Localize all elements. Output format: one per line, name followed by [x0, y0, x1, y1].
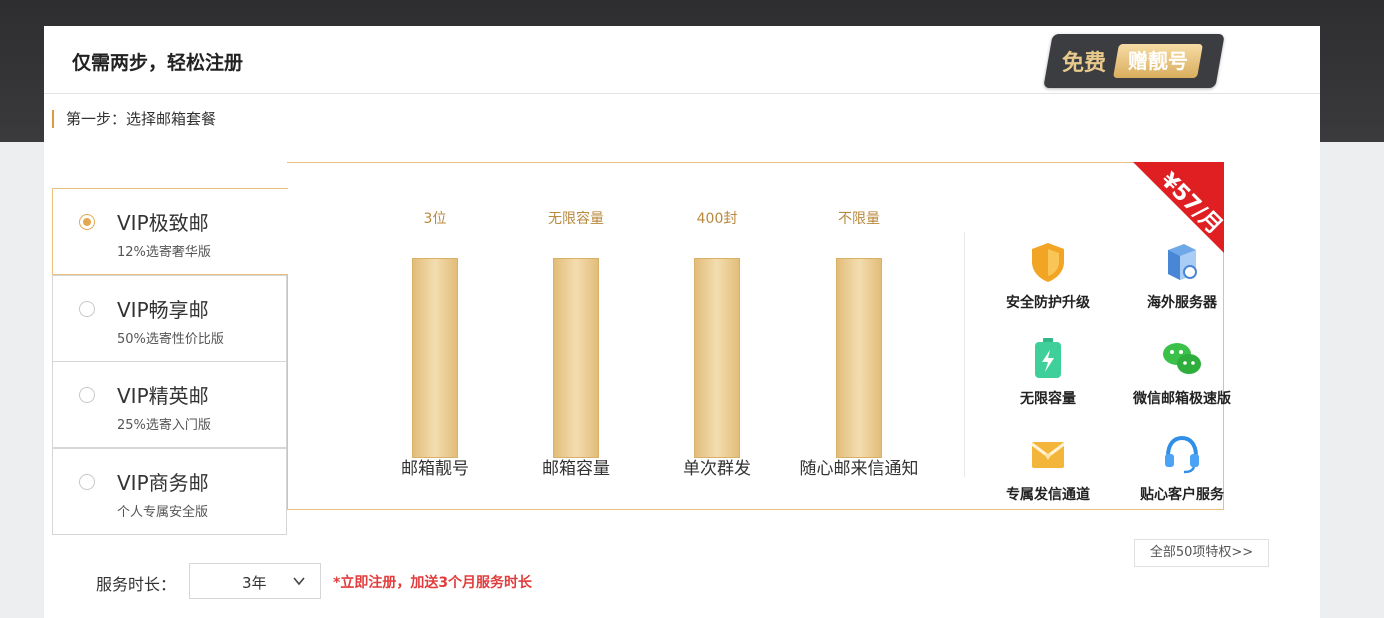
feature-label: 微信邮箱极速版 [1133, 391, 1231, 407]
bar-value: 不限量 [838, 211, 880, 227]
radio-unselected[interactable] [79, 301, 95, 317]
bar-label: 单次群发 [683, 459, 751, 479]
package-name: VIP极致邮 [117, 211, 209, 235]
package-name: VIP精英邮 [117, 384, 209, 408]
bar-label: 随心邮来信通知 [799, 459, 919, 479]
service-duration-select[interactable]: 3年 [189, 563, 321, 599]
feature-label: 贴心客户服务 [1140, 487, 1224, 503]
radio-unselected[interactable] [79, 387, 95, 403]
feature-label: 无限容量 [1020, 391, 1076, 407]
wechat-icon [1163, 343, 1201, 374]
service-duration-label: 服务时长： [96, 575, 177, 594]
feature-label: 专属发信通道 [1006, 487, 1090, 503]
shield-icon [1032, 243, 1064, 282]
battery-icon [1035, 338, 1061, 378]
bar-mark [412, 258, 458, 458]
package-option-vip-business[interactable]: VIP商务邮 个人专属安全版 [52, 448, 287, 535]
server-icon [1168, 244, 1197, 280]
all-privileges-link[interactable]: 全部50项特权>> [1134, 539, 1269, 567]
bar-value: 3位 [423, 211, 447, 227]
package-subtitle: 个人专属安全版 [117, 505, 209, 520]
bar-mark [836, 258, 882, 458]
features-divider [964, 232, 965, 477]
package-option-vip-enjoy[interactable]: VIP畅享邮 50%选寄性价比版 [52, 275, 287, 362]
headset-icon [1165, 435, 1199, 474]
page-title: 仅需两步，轻松注册 [72, 52, 244, 74]
feature-label: 安全防护升级 [1006, 295, 1090, 311]
package-name: VIP畅享邮 [117, 298, 209, 322]
chevron-down-icon [293, 577, 305, 586]
radio-unselected[interactable] [79, 474, 95, 490]
radio-selected[interactable] [79, 214, 95, 230]
package-subtitle: 25%选寄入门版 [117, 418, 211, 433]
package-option-vip-ultimate[interactable]: VIP极致邮 12%选寄奢华版 [52, 188, 288, 275]
bonus-note: *立即注册，加送3个月服务时长 [333, 575, 533, 591]
duration-value: 3年 [242, 574, 267, 592]
package-option-vip-elite[interactable]: VIP精英邮 25%选寄入门版 [52, 361, 287, 448]
package-name: VIP商务邮 [117, 471, 209, 495]
promo-gift-tag: 赠靓号 [1113, 44, 1204, 78]
bar-value: 无限容量 [548, 211, 604, 227]
step-one-title: 第一步：选择邮箱套餐 [52, 110, 216, 128]
package-subtitle: 50%选寄性价比版 [117, 332, 224, 347]
free-vanity-number-badge: 免费 赠靓号 [1043, 34, 1225, 88]
panel-border [287, 248, 288, 510]
bar-label: 邮箱靓号 [401, 459, 469, 479]
package-subtitle: 12%选寄奢华版 [117, 245, 211, 260]
bar-label: 邮箱容量 [542, 459, 610, 479]
bar-mark [553, 258, 599, 458]
promo-free-text: 免费 [1062, 51, 1107, 76]
envelope-icon [1031, 442, 1065, 468]
feature-label: 海外服务器 [1147, 295, 1217, 311]
promo-gift-text: 赠靓号 [1128, 49, 1189, 73]
bar-value: 400封 [696, 211, 738, 227]
bar-mark [694, 258, 740, 458]
